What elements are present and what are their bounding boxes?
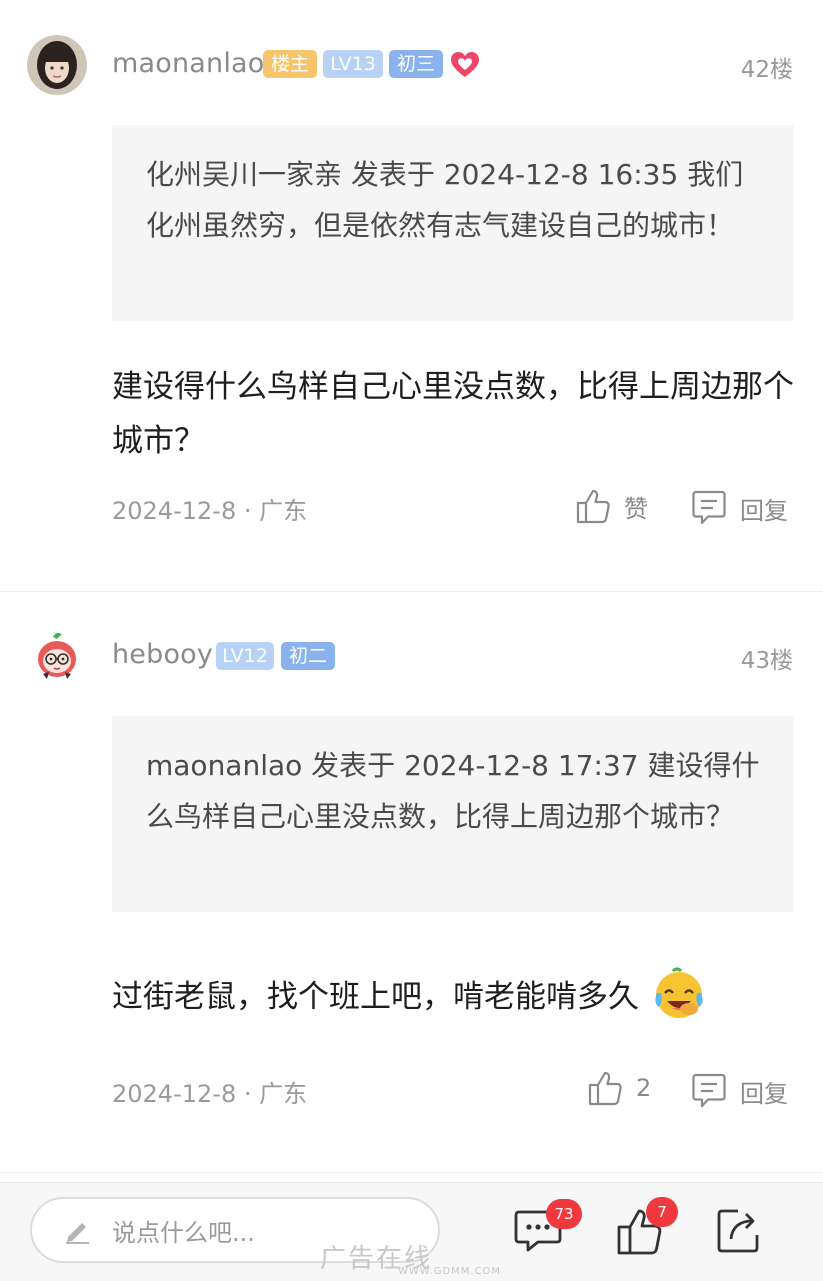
like-post-button[interactable]: 7 xyxy=(616,1197,678,1259)
like-button[interactable]: 赞 xyxy=(576,488,648,524)
pencil-icon xyxy=(66,1223,89,1244)
input-placeholder: 说点什么吧... xyxy=(112,1218,255,1247)
avatar[interactable] xyxy=(27,626,87,686)
date-location: 2024-12-8 · 广东 xyxy=(112,1080,308,1108)
level-badge: LV12 xyxy=(216,642,274,670)
comment-icon xyxy=(692,490,726,525)
thumbs-up-icon xyxy=(588,1071,622,1106)
date-location: 2024-12-8 · 广东 xyxy=(112,497,308,525)
grade-badge: 初二 xyxy=(281,642,335,670)
quote-block: 化州吴川一家亲 发表于 2024-12-8 16:35 我们化州虽然穷，但是依然… xyxy=(112,125,794,321)
post-content: 过街老鼠，找个班上吧，啃老能啃多久 xyxy=(112,967,802,1027)
heart-icon xyxy=(450,51,480,79)
laughing-crying-emoji-icon xyxy=(651,965,707,1021)
divider xyxy=(0,591,823,592)
avatar[interactable] xyxy=(27,35,87,95)
divider xyxy=(0,1172,823,1173)
comment-count-badge: 73 xyxy=(546,1199,582,1229)
grade-badge: 初三 xyxy=(389,50,443,78)
quote-text: 化州吴川一家亲 发表于 2024-12-8 16:35 我们化州虽然穷，但是依然… xyxy=(146,158,744,242)
like-label: 赞 xyxy=(624,494,648,523)
floor-number: 42楼 xyxy=(740,57,793,83)
username[interactable]: hebooy xyxy=(112,639,213,670)
reply-label: 回复 xyxy=(740,1079,788,1108)
reply-button[interactable]: 回复 xyxy=(692,1073,788,1109)
quote-block: maonanlao 发表于 2024-12-8 17:37 建设得什么鸟样自己心… xyxy=(112,716,794,912)
share-icon xyxy=(717,1209,759,1253)
post-content-text: 过街老鼠，找个班上吧，啃老能啃多久 xyxy=(112,979,639,1015)
comment-icon xyxy=(692,1073,726,1108)
host-badge: 楼主 xyxy=(263,50,317,78)
watermark-url: WWW.GDMM.COM xyxy=(398,1266,502,1277)
share-button[interactable] xyxy=(716,1207,768,1259)
like-count-badge: 7 xyxy=(646,1197,678,1227)
reply-label: 回复 xyxy=(740,496,788,525)
post-content: 建设得什么鸟样自己心里没点数，比得上周边那个城市？ xyxy=(112,369,794,459)
like-count: 2 xyxy=(636,1074,652,1102)
thumbs-up-icon xyxy=(576,489,610,524)
reply-button[interactable]: 回复 xyxy=(692,490,788,526)
floor-number: 43楼 xyxy=(740,648,793,674)
quote-text: maonanlao 发表于 2024-12-8 17:37 建设得什么鸟样自己心… xyxy=(146,749,760,833)
comments-button[interactable]: 73 xyxy=(514,1199,582,1261)
like-button[interactable]: 2 xyxy=(588,1070,651,1106)
username[interactable]: maonanlao xyxy=(112,48,265,79)
level-badge: LV13 xyxy=(323,50,383,78)
